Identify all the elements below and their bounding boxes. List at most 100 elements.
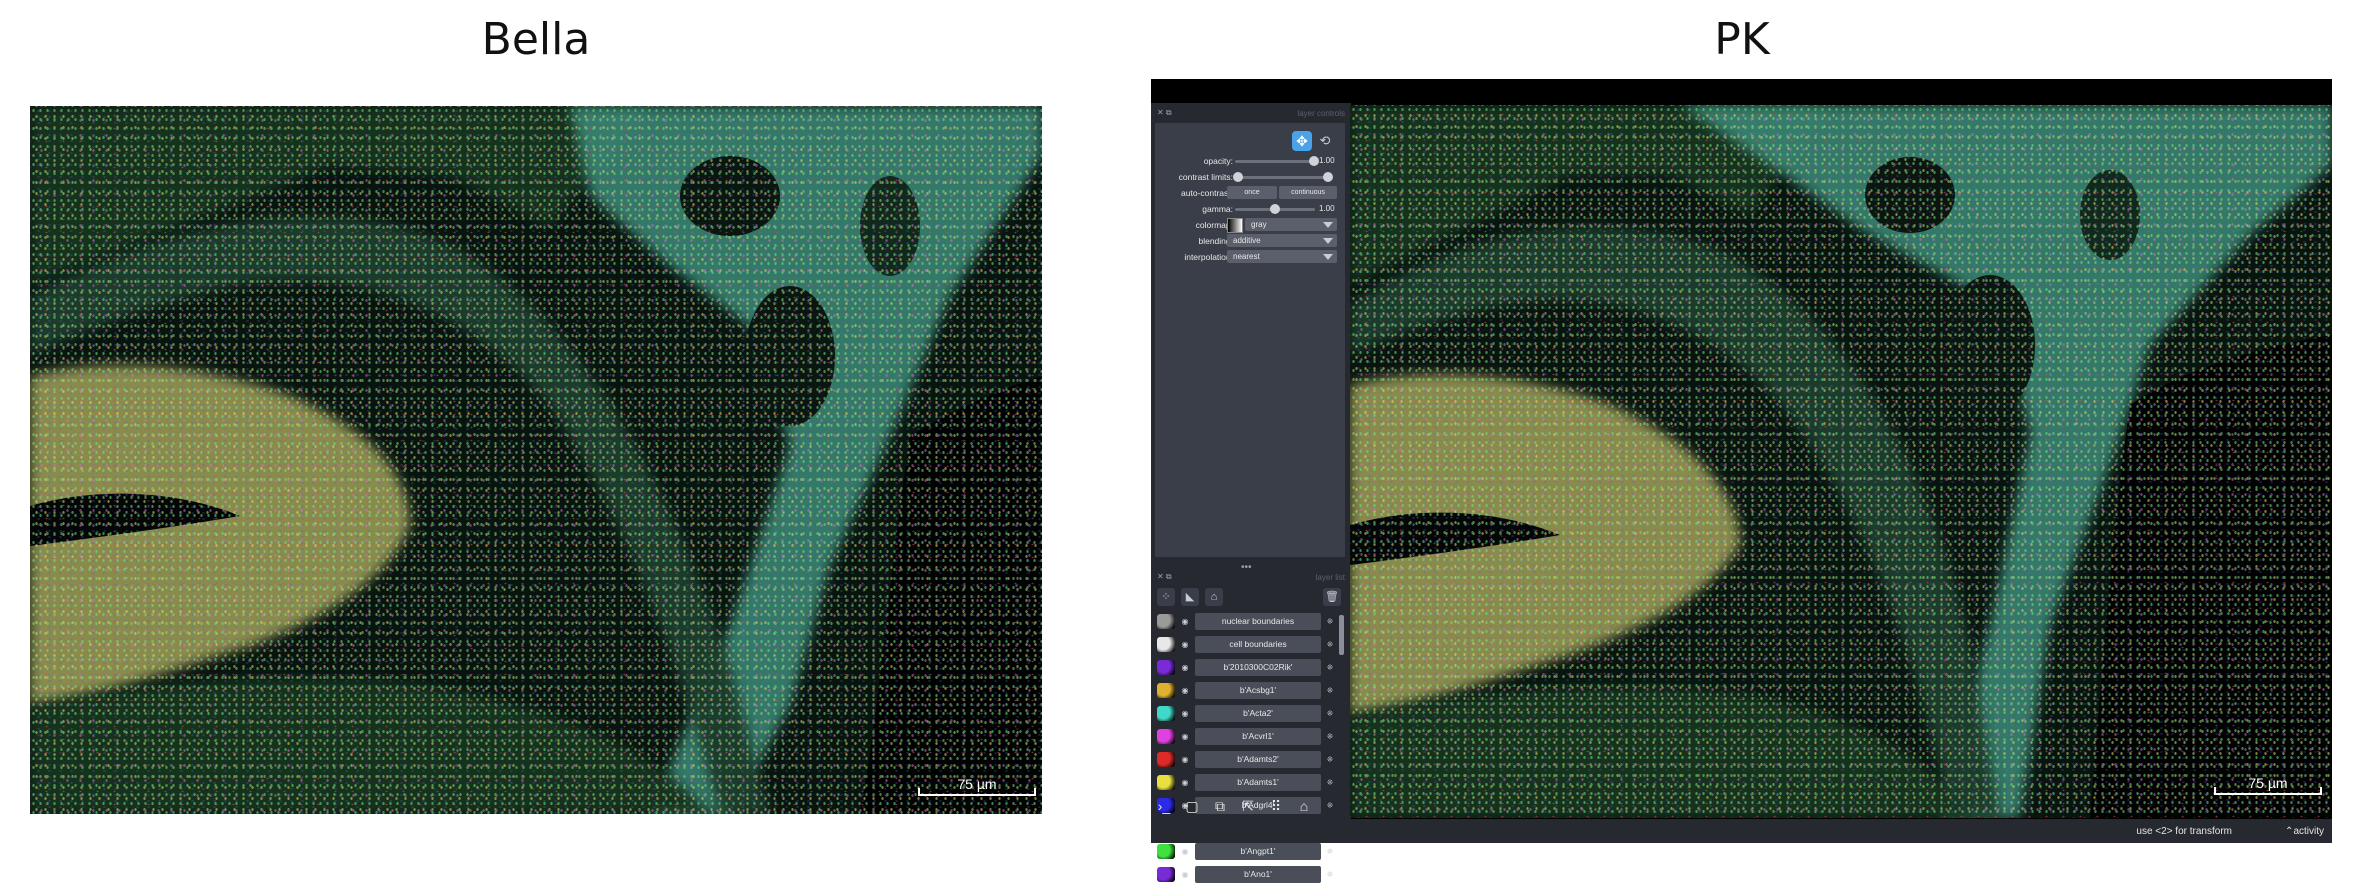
visibility-icon[interactable]: ◉ <box>1179 614 1191 629</box>
layer-transform-icon[interactable]: ⁜ <box>1323 775 1337 790</box>
auto-contrast-continuous-button[interactable]: continuous <box>1279 186 1337 199</box>
pk-canvas[interactable]: 75 µm <box>1350 105 2332 818</box>
contrast-limits-slider[interactable] <box>1233 172 1333 182</box>
interpolation-select[interactable]: nearest <box>1227 250 1337 263</box>
layer-transform-icon[interactable]: ⁜ <box>1323 660 1337 675</box>
layer-name[interactable]: nuclear boundaries <box>1195 613 1321 630</box>
layer-list-item[interactable]: ◉ b'Acsbg1' ⁜ <box>1155 680 1338 701</box>
layer-transform-icon[interactable]: ⁜ <box>1323 752 1337 767</box>
tissue-image <box>30 106 1042 814</box>
layer-transform-icon[interactable]: ⁜ <box>1323 706 1337 721</box>
layer-thumbnail <box>1157 660 1175 675</box>
layer-transform-icon[interactable]: ⁜ <box>1323 729 1337 744</box>
contrast-limits-row: contrast limits: <box>1155 169 1345 185</box>
layer-thumbnail <box>1157 844 1175 859</box>
new-shapes-layer-icon[interactable]: ◣ <box>1181 588 1199 606</box>
console-icon[interactable]: ›_ <box>1155 797 1173 815</box>
layer-list-item[interactable]: ◉ b'2010300C02Rik' ⁜ <box>1155 657 1338 678</box>
colormap-select[interactable]: gray <box>1245 218 1337 231</box>
visibility-icon[interactable]: ◉ <box>1179 844 1191 859</box>
home-icon[interactable]: ⌂ <box>1295 797 1313 815</box>
auto-contrast-row: auto-contrast: once continuous <box>1155 185 1345 201</box>
visibility-icon[interactable]: ◉ <box>1179 729 1191 744</box>
layer-transform-icon[interactable]: ⁜ <box>1323 867 1337 882</box>
pk-scale-bar: 75 µm <box>2214 775 2322 795</box>
layer-list-item[interactable]: ◉ b'Acvrl1' ⁜ <box>1155 726 1338 747</box>
layer-list: ◉ nuclear boundaries ⁜ ◉ cell boundaries ⁜ ◉ b'… <box>1155 611 1338 889</box>
layer-transform-icon[interactable]: ⁜ <box>1323 683 1337 698</box>
new-labels-layer-icon[interactable]: ⌂ <box>1205 588 1223 606</box>
layer-buttons: ⁘ ◣ ⌂ 🗑 <box>1155 586 1345 608</box>
visibility-icon[interactable]: ◉ <box>1179 683 1191 698</box>
layer-name[interactable]: b'Angpt1' <box>1195 843 1321 860</box>
visibility-icon[interactable]: ◉ <box>1179 752 1191 767</box>
visibility-icon[interactable]: ◉ <box>1179 660 1191 675</box>
layer-name[interactable]: cell boundaries <box>1195 636 1321 653</box>
layer-name[interactable]: b'2010300C02Rik' <box>1195 659 1321 676</box>
layer-list-item[interactable]: ◉ cell boundaries ⁜ <box>1155 634 1338 655</box>
bella-image-view[interactable]: 75 µm <box>30 106 1042 814</box>
dock-float-close-icons[interactable]: ✕ ⧉ <box>1157 572 1172 582</box>
scale-bar-label: 75 µm <box>957 776 997 792</box>
layer-name[interactable]: b'Adamts1' <box>1195 774 1321 791</box>
layer-thumbnail <box>1157 637 1175 652</box>
bella-scale-bar: 75 µm <box>918 776 1036 796</box>
transform-mode-icon[interactable]: ⟲ <box>1315 131 1335 151</box>
layer-list-item[interactable]: ◉ nuclear boundaries ⁜ <box>1155 611 1338 632</box>
tissue-image <box>1350 105 2332 818</box>
layer-thumbnail <box>1157 775 1175 790</box>
layer-list-item[interactable]: ◉ b'Acta2' ⁜ <box>1155 703 1338 724</box>
visibility-icon[interactable]: ◉ <box>1179 706 1191 721</box>
layer-list-item[interactable]: ◉ b'Angpt1' ⁜ <box>1155 841 1338 862</box>
napari-top-bar <box>1151 79 2332 103</box>
layer-list-item[interactable]: ◉ b'Adamts2' ⁜ <box>1155 749 1338 770</box>
status-message: use <2> for transform <box>2136 826 2232 837</box>
colormap-row: colormap: gray <box>1155 217 1345 233</box>
visibility-icon[interactable]: ◉ <box>1179 867 1191 882</box>
layer-list-item[interactable]: ◉ b'Ano1' ⁜ <box>1155 864 1338 885</box>
layer-thumbnail <box>1157 683 1175 698</box>
transpose-icon[interactable]: ⇱ <box>1239 797 1257 815</box>
grid-mode-icon[interactable]: ⠿ <box>1267 797 1285 815</box>
blending-row: blending: additive <box>1155 233 1345 249</box>
pan-zoom-mode-icon[interactable]: ✥ <box>1292 131 1312 151</box>
ndisplay-toggle-icon[interactable]: ▢ <box>1183 797 1201 815</box>
visibility-icon[interactable]: ◉ <box>1179 775 1191 790</box>
blending-select[interactable]: additive <box>1227 234 1337 247</box>
opacity-slider[interactable] <box>1235 156 1319 166</box>
layer-name[interactable]: b'Acsbg1' <box>1195 682 1321 699</box>
layer-controls-panel: ✥ ⟲ opacity: 1.00 contrast limits: auto-… <box>1155 123 1345 557</box>
layer-list-item[interactable]: ◉ b'Adamts1' ⁜ <box>1155 772 1338 793</box>
layer-name[interactable]: b'Adamts2' <box>1195 751 1321 768</box>
layer-thumbnail <box>1157 752 1175 767</box>
gamma-slider[interactable] <box>1235 204 1315 214</box>
layer-thumbnail <box>1157 614 1175 629</box>
layer-controls-header: ✕ ⧉ layer controls <box>1157 108 1345 118</box>
layer-list-scrollbar[interactable] <box>1339 615 1344 655</box>
left-dock: ✕ ⧉ layer controls ✥ ⟲ opacity: 1.00 con… <box>1151 103 1351 883</box>
layer-name[interactable]: b'Acvrl1' <box>1195 728 1321 745</box>
bella-title: Bella <box>481 14 591 65</box>
new-points-layer-icon[interactable]: ⁘ <box>1157 588 1175 606</box>
dock-float-close-icons[interactable]: ✕ ⧉ <box>1157 108 1172 118</box>
layer-list-header: ✕ ⧉ layer list <box>1157 572 1345 582</box>
viewer-buttons: ›_ ▢ ⧉ ⇱ ⠿ ⌂ <box>1151 793 1351 819</box>
opacity-row: opacity: 1.00 <box>1203 156 1335 166</box>
activity-button[interactable]: ⌃activity <box>2285 826 2324 837</box>
layer-thumbnail <box>1157 706 1175 721</box>
layer-thumbnail <box>1157 867 1175 882</box>
layer-name[interactable]: b'Ano1' <box>1195 866 1321 883</box>
layer-transform-icon[interactable]: ⁜ <box>1323 614 1337 629</box>
scale-bar-label: 75 µm <box>2248 775 2288 791</box>
interpolation-row: interpolation: nearest <box>1155 249 1345 265</box>
visibility-icon[interactable]: ◉ <box>1179 637 1191 652</box>
layer-name[interactable]: b'Acta2' <box>1195 705 1321 722</box>
pk-title: PK <box>1714 14 1770 65</box>
delete-layer-icon[interactable]: 🗑 <box>1323 588 1341 606</box>
layer-transform-icon[interactable]: ⁜ <box>1323 844 1337 859</box>
layer-transform-icon[interactable]: ⁜ <box>1323 637 1337 652</box>
roll-dims-icon[interactable]: ⧉ <box>1211 797 1229 815</box>
auto-contrast-once-button[interactable]: once <box>1227 186 1277 199</box>
gamma-row: gamma: 1.00 <box>1202 204 1335 214</box>
layer-thumbnail <box>1157 729 1175 744</box>
